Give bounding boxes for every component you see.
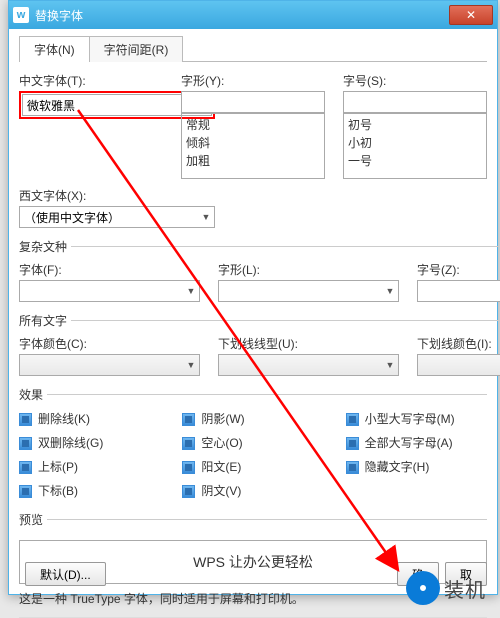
dropdown-arrow-icon[interactable]: ▼ (198, 212, 214, 222)
style-l-combo[interactable]: ▼ (218, 280, 399, 302)
label-cn-font: 中文字体(T): (19, 72, 163, 89)
font-f-combo[interactable]: ▼ (19, 280, 200, 302)
effects-grid: 删除线(K) 阴影(W) 小型大写字母(M) 双删除线(G) 空心(O) 全部大… (19, 409, 487, 501)
style-input[interactable] (182, 92, 345, 112)
dropdown-arrow-icon[interactable]: ▼ (183, 286, 199, 296)
style-listbox[interactable]: 常规 倾斜 加粗 (181, 113, 325, 179)
effects-fieldset: 效果 删除线(K) 阴影(W) 小型大写字母(M) 双删除线(G) 空心(O) … (19, 386, 487, 501)
dialog-window: w 替换字体 ✕ 字体(N) 字符间距(R) 中文字体(T): ▼ (8, 0, 498, 595)
list-item[interactable]: 倾斜 (186, 134, 320, 152)
alltext-fieldset: 所有文字 字体颜色(C): ▼ 下划线线型(U): ▼ 下划线颜色(I): ▼ … (19, 312, 500, 376)
chk-emboss[interactable]: 阳文(E) (182, 457, 323, 477)
default-button[interactable]: 默认(D)... (25, 562, 106, 586)
legend-alltext: 所有文字 (19, 312, 71, 329)
legend-preview: 预览 (19, 511, 47, 528)
chk-engrave[interactable]: 阴文(V) (182, 481, 323, 501)
watermark: 装机 (406, 571, 486, 605)
checkbox-icon (182, 437, 195, 450)
size-input[interactable] (344, 92, 500, 112)
list-item[interactable]: 初号 (348, 116, 482, 134)
list-item[interactable]: 加粗 (186, 152, 320, 170)
chk-strike[interactable]: 删除线(K) (19, 409, 160, 429)
label-font-f: 字体(F): (19, 261, 200, 278)
font-color-combo[interactable]: ▼ (19, 354, 200, 376)
label-style: 字形(Y): (181, 72, 325, 89)
checkbox-icon (19, 437, 32, 450)
checkbox-icon (346, 461, 359, 474)
checkbox-icon (19, 485, 32, 498)
checkbox-icon (182, 413, 195, 426)
dropdown-arrow-icon[interactable]: ▼ (382, 360, 398, 370)
checkbox-icon (182, 485, 195, 498)
label-ul-color: 下划线颜色(I): (417, 335, 500, 352)
close-icon: ✕ (466, 8, 476, 22)
checkbox-icon (19, 413, 32, 426)
dialog-body: 字体(N) 字符间距(R) 中文字体(T): ▼ 字形(Y): (9, 29, 497, 618)
size-z-combo[interactable]: ▼ (417, 280, 500, 302)
ul-style-combo[interactable]: ▼ (218, 354, 399, 376)
chk-hidden[interactable]: 隐藏文字(H) (346, 457, 487, 477)
dropdown-arrow-icon[interactable]: ▼ (183, 360, 199, 370)
west-font-combo[interactable]: ▼ (19, 206, 215, 228)
watermark-logo-icon (406, 571, 440, 605)
tab-bar: 字体(N) 字符间距(R) (19, 35, 487, 62)
titlebar: w 替换字体 ✕ (9, 1, 497, 29)
close-button[interactable]: ✕ (449, 5, 493, 25)
chk-dblstrike[interactable]: 双删除线(G) (19, 433, 160, 453)
chk-allcaps[interactable]: 全部大写字母(A) (346, 433, 487, 453)
checkbox-icon (346, 413, 359, 426)
list-item[interactable]: 常规 (186, 116, 320, 134)
list-item[interactable]: 一号 (348, 152, 482, 170)
checkbox-icon (182, 461, 195, 474)
label-size: 字号(S): (343, 72, 487, 89)
window-title: 替换字体 (35, 7, 83, 24)
style-combo[interactable] (181, 91, 325, 113)
west-font-input[interactable] (20, 207, 198, 227)
chk-sub[interactable]: 下标(B) (19, 481, 160, 501)
chk-outline[interactable]: 空心(O) (182, 433, 323, 453)
checkbox-icon (346, 437, 359, 450)
label-west-font: 西文字体(X): (19, 187, 487, 204)
watermark-text: 装机 (444, 574, 486, 603)
size-listbox[interactable]: 初号 小初 一号 (343, 113, 487, 179)
chk-shadow[interactable]: 阴影(W) (182, 409, 323, 429)
tab-spacing[interactable]: 字符间距(R) (89, 36, 184, 62)
complex-fieldset: 复杂文种 字体(F): ▼ 字形(L): ▼ 字号(Z): ▼ (19, 238, 500, 302)
legend-complex: 复杂文种 (19, 238, 71, 255)
chk-sup[interactable]: 上标(P) (19, 457, 160, 477)
list-item[interactable]: 小初 (348, 134, 482, 152)
ul-color-combo[interactable]: ▼ (417, 354, 500, 376)
label-ul-style: 下划线线型(U): (218, 335, 399, 352)
label-size-z: 字号(Z): (417, 261, 500, 278)
label-style-l: 字形(L): (218, 261, 399, 278)
dropdown-arrow-icon[interactable]: ▼ (382, 286, 398, 296)
chk-smallcaps[interactable]: 小型大写字母(M) (346, 409, 487, 429)
size-combo[interactable] (343, 91, 487, 113)
cn-font-input[interactable] (23, 95, 195, 115)
app-icon: w (13, 7, 29, 23)
tab-font[interactable]: 字体(N) (19, 36, 90, 62)
label-font-color: 字体颜色(C): (19, 335, 200, 352)
legend-effects: 效果 (19, 386, 47, 403)
checkbox-icon (19, 461, 32, 474)
